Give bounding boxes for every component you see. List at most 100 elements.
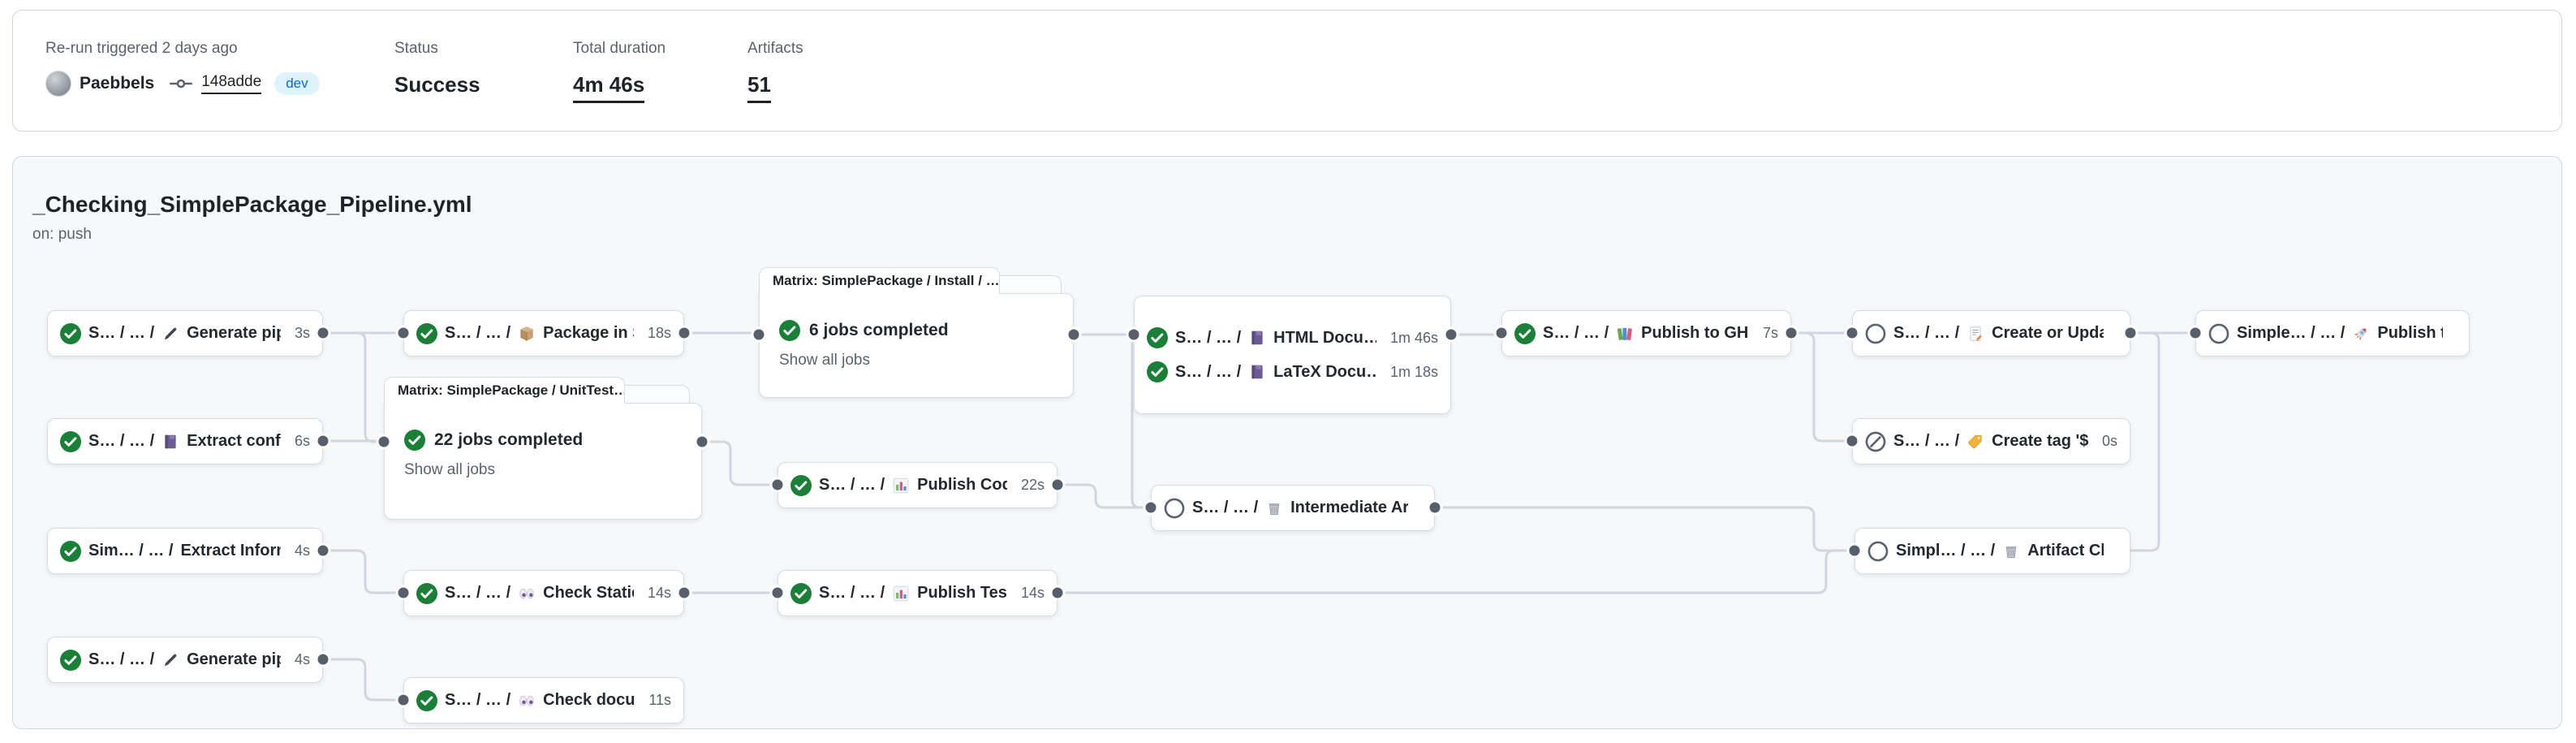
- job-prefix: S… / … /: [1543, 324, 1609, 343]
- job-prefix: Simpl… / … /: [1896, 542, 1995, 560]
- branch-badge[interactable]: dev: [274, 72, 319, 95]
- job-name: LaTeX Docu…: [1273, 363, 1376, 382]
- artifacts-count[interactable]: 51: [747, 72, 771, 103]
- artifacts-column: Artifacts 51: [747, 40, 803, 103]
- job-duration: 14s: [641, 585, 671, 602]
- job-package-in-source[interactable]: S… / … / Package in Sou… 18s: [403, 310, 684, 356]
- job-prefix: Simple… / … /: [2237, 324, 2345, 343]
- job-name: Publish to PyPI: [2377, 324, 2443, 343]
- job-name: Artifact Cleanup: [2027, 542, 2104, 560]
- job-create-tag[interactable]: S… / … / Create tag '${{ in… 0s: [1852, 418, 2130, 464]
- job-name: Publish to GH-P…: [1641, 324, 1749, 343]
- show-all-jobs-link[interactable]: Show all jobs: [779, 352, 870, 369]
- bar-chart-icon: [892, 585, 910, 603]
- job-check-static-typing[interactable]: S… / … / Check Static Ty… 14s: [403, 570, 684, 616]
- job-prefix: S… / … /: [1893, 324, 1959, 343]
- success-status-icon: [790, 475, 812, 496]
- job-prefix: S… / … /: [445, 584, 510, 603]
- job-publish-code-coverage[interactable]: S… / … / Publish Code C… 22s: [778, 462, 1058, 508]
- job-prefix: Sim… / … /: [88, 542, 173, 560]
- show-all-jobs-link[interactable]: Show all jobs: [404, 461, 495, 479]
- success-status-icon: [1147, 361, 1168, 382]
- success-status-icon: [60, 541, 81, 562]
- neutral-status-icon: [1164, 498, 1185, 519]
- matrix-tab-label: Matrix: SimplePackage / UnitTest…: [398, 382, 625, 399]
- matrix-install-body[interactable]: 6 jobs completed Show all jobs: [759, 293, 1074, 398]
- matrix-install-group: Matrix: SimplePackage / Install / … 6 jo…: [759, 267, 1074, 398]
- wastebasket-icon: [1265, 499, 1283, 517]
- eyes-icon: [518, 692, 536, 710]
- workflow-trigger: on: push: [32, 226, 92, 244]
- eyes-icon: [518, 585, 536, 603]
- matrix-unittest-tab[interactable]: Matrix: SimplePackage / UnitTest…: [384, 377, 625, 404]
- job-intermediate-artifacts[interactable]: S… / … / Intermediate Artifa…: [1151, 485, 1435, 531]
- notebook-icon: [1248, 329, 1266, 347]
- job-name: Publish Test Re…: [917, 584, 1007, 603]
- job-create-or-update-release[interactable]: S… / … / Create or Update R…: [1852, 310, 2130, 356]
- matrix-unittest-body[interactable]: 22 jobs completed Show all jobs: [384, 403, 702, 520]
- documentation-jobs-group[interactable]: S… / … / HTML Docu… 1m 46s S… / … / LaTe…: [1134, 296, 1451, 414]
- job-duration: 7s: [1756, 325, 1778, 342]
- job-name: Publish Code C…: [917, 476, 1007, 495]
- job-duration: 3s: [288, 325, 310, 342]
- job-prefix: S… / … /: [445, 691, 510, 710]
- git-commit-icon: [169, 76, 193, 92]
- job-duration: 1m 46s: [1384, 330, 1438, 347]
- job-prefix: S… / … /: [88, 432, 154, 451]
- status-column: Status Success: [394, 40, 480, 97]
- job-duration: 4s: [288, 651, 310, 668]
- commit-sha-link[interactable]: 148adde: [201, 73, 261, 94]
- job-duration: 14s: [1014, 585, 1045, 602]
- matrix-summary-text: 6 jobs completed: [809, 321, 949, 340]
- success-status-icon: [416, 690, 437, 711]
- actor-name[interactable]: Paebbels: [80, 74, 154, 93]
- job-check-documentation[interactable]: S… / … / Check docume… 11s: [403, 677, 684, 724]
- run-summary-card: Re-run triggered 2 days ago Paebbels 148…: [12, 10, 2562, 132]
- job-duration: 22s: [1014, 477, 1045, 494]
- memo-icon: [1966, 325, 1984, 343]
- rerun-label: Re-run triggered 2 days ago: [45, 40, 320, 58]
- job-name: Intermediate Artifa…: [1290, 499, 1408, 517]
- trigger-column: Re-run triggered 2 days ago Paebbels 148…: [45, 40, 320, 97]
- job-publish-to-gh-pages[interactable]: S… / … / Publish to GH-P… 7s: [1501, 310, 1791, 356]
- neutral-status-icon: [1867, 541, 1889, 562]
- job-prefix: S… / … /: [88, 324, 154, 343]
- duration-value[interactable]: 4m 46s: [573, 72, 644, 103]
- job-name: Generate pipelin…: [187, 324, 281, 343]
- job-extract-configurations[interactable]: S… / … / Extract configur… 6s: [47, 418, 323, 464]
- label-icon: [1966, 433, 1984, 451]
- skipped-status-icon: [1865, 431, 1886, 452]
- status-label: Status: [394, 40, 480, 58]
- job-generate-pipeline-b[interactable]: S… / … / Generate pipelin… 4s: [47, 637, 323, 683]
- duration-column: Total duration 4m 46s: [573, 40, 666, 103]
- avatar[interactable]: [45, 71, 71, 97]
- job-duration: 6s: [288, 433, 310, 450]
- job-publish-to-pypi[interactable]: Simple… / … / Publish to PyPI: [2195, 310, 2470, 356]
- job-prefix: S… / … /: [88, 650, 154, 669]
- notebook-icon: [1248, 363, 1266, 381]
- neutral-status-icon: [2208, 323, 2229, 344]
- job-prefix: S… / … /: [819, 584, 885, 603]
- job-name: Check docume…: [543, 691, 635, 710]
- job-prefix: S… / … /: [1893, 432, 1959, 451]
- matrix-install-tab[interactable]: Matrix: SimplePackage / Install / …: [759, 267, 1000, 294]
- job-publish-test-results[interactable]: S… / … / Publish Test Re… 14s: [778, 570, 1058, 616]
- package-icon: [518, 325, 536, 343]
- success-status-icon: [416, 583, 437, 604]
- job-artifact-cleanup[interactable]: Simpl… / … / Artifact Cleanup: [1854, 528, 2130, 574]
- bar-chart-icon: [892, 477, 910, 495]
- job-duration: 11s: [642, 692, 671, 709]
- success-status-icon: [60, 650, 81, 671]
- job-html-documentation[interactable]: S… / … / HTML Docu… 1m 46s: [1147, 327, 1438, 348]
- job-extract-information[interactable]: Sim… / … / Extract Information 4s: [47, 528, 323, 574]
- job-name: Extract configur…: [187, 432, 281, 451]
- matrix-summary-text: 22 jobs completed: [434, 430, 583, 450]
- status-value: Success: [394, 72, 480, 97]
- success-status-icon: [416, 323, 437, 344]
- success-status-icon: [779, 320, 800, 341]
- duration-label: Total duration: [573, 40, 666, 58]
- job-duration: 0s: [2096, 433, 2117, 450]
- job-latex-documentation[interactable]: S… / … / LaTeX Docu… 1m 18s: [1147, 361, 1438, 382]
- job-generate-pipeline-a[interactable]: S… / … / Generate pipelin… 3s: [47, 310, 323, 356]
- success-status-icon: [790, 583, 812, 604]
